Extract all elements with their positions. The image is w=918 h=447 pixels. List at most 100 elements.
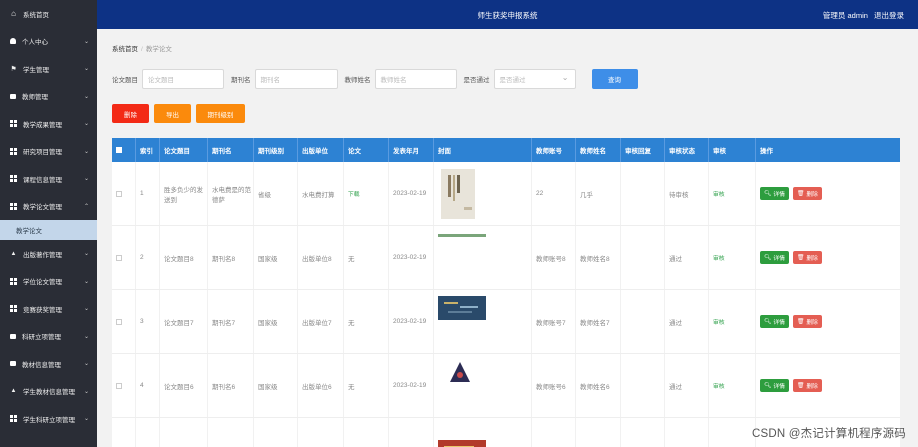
sidebar-item-teaching-results[interactable]: 教学成果管理 ⌄ xyxy=(0,110,97,138)
cell-level xyxy=(254,418,298,447)
detail-button[interactable]: 🔍︎ 详情 xyxy=(760,251,789,264)
row-checkbox-cell[interactable] xyxy=(112,354,136,417)
cell-status: 通过 xyxy=(665,354,709,417)
row-delete-button[interactable]: 🗑︎ 删除 xyxy=(792,251,822,264)
cell-journal: 期刊名8 xyxy=(208,226,254,289)
delete-label: 删除 xyxy=(806,320,818,326)
cell-journal: 期刊名7 xyxy=(208,290,254,353)
row-checkbox-cell[interactable] xyxy=(112,418,136,447)
chevron-down-icon: ⌄ xyxy=(83,333,89,340)
sidebar-item-courses[interactable]: 课程信息管理 ⌄ xyxy=(0,165,97,193)
breadcrumb-home[interactable]: 系统首页 xyxy=(112,46,138,53)
chevron-down-icon: ⌄ xyxy=(83,66,89,73)
search-bar: 论文题目 论文题目 期刊名 期刊名 教师姓名 教师姓名 是否通过 是否通过 查询 xyxy=(112,69,638,89)
select-all-checkbox[interactable] xyxy=(116,147,122,153)
col-header: 审核状态 xyxy=(665,138,709,162)
detail-button[interactable]: 🔍︎ 详情 xyxy=(760,379,789,392)
audit-link[interactable]: 审核 xyxy=(713,189,725,198)
sidebar-item-profile[interactable]: 个人中心 ⌄ xyxy=(0,28,97,56)
sidebar: 系统首页 个人中心 ⌄ 学生管理 ⌄ 教师管理 ⌄ 教学成果管理 ⌄ 研究项目管理 ⌄ 课… xyxy=(0,0,97,447)
sidebar-item-student-textbooks[interactable]: 学生教材信息管理 ⌄ xyxy=(0,378,97,406)
cover-image xyxy=(450,362,470,382)
breadcrumb-separator: / xyxy=(141,46,143,53)
audit-link[interactable]: 审核 xyxy=(713,381,725,390)
teacher-input[interactable]: 教师姓名 xyxy=(374,69,457,89)
title-input[interactable]: 论文题目 xyxy=(142,69,224,89)
sidebar-item-textbooks[interactable]: 教材信息管理 ⌄ xyxy=(0,350,97,378)
query-button[interactable]: 查询 xyxy=(591,69,638,89)
sidebar-item-home[interactable]: 系统首页 xyxy=(0,0,97,28)
cover-image xyxy=(438,296,486,320)
delete-button[interactable]: 删除 xyxy=(112,104,149,123)
col-header: 出版单位 xyxy=(298,138,344,162)
sidebar-item-student-research[interactable]: 学生科研立项管理 ⌄ xyxy=(0,405,97,433)
cell-publisher: 出版单位8 xyxy=(298,226,344,289)
sidebar-item-label: 学生管理 xyxy=(23,66,49,74)
cell-teacher: 教师姓名8 xyxy=(576,226,621,289)
chevron-down-icon: ⌄ xyxy=(83,306,89,313)
audit-link[interactable]: 审核 xyxy=(713,253,725,262)
sidebar-item-teaching-papers[interactable]: 教学论文管理 ⌃ xyxy=(0,193,97,221)
cell-paper: 无 xyxy=(344,226,389,289)
cell-account xyxy=(532,418,576,447)
cell-paper: 下载 xyxy=(344,162,389,225)
cell-audit: 审核 xyxy=(709,290,756,353)
row-checkbox-cell[interactable] xyxy=(112,290,136,353)
row-checkbox[interactable] xyxy=(116,190,122,197)
pass-label: 是否通过 xyxy=(463,77,490,84)
sidebar-item-research-projects[interactable]: 研究项目管理 ⌄ xyxy=(0,138,97,166)
cell-title: 论文题目6 xyxy=(160,354,208,417)
delete-label: 删除 xyxy=(806,384,818,390)
sidebar-item-degree-papers[interactable]: 学位论文管理 ⌄ xyxy=(0,268,97,296)
row-checkbox[interactable] xyxy=(116,382,122,389)
cell-level: 国家级 xyxy=(254,290,298,353)
row-delete-button[interactable]: 🗑︎ 删除 xyxy=(792,187,822,200)
sidebar-item-label: 系统首页 xyxy=(23,11,49,19)
cell-teacher: 教师姓名7 xyxy=(576,290,621,353)
sidebar-item-competition-awards[interactable]: 竞赛获奖管理 ⌄ xyxy=(0,295,97,323)
cell-reply xyxy=(621,226,665,289)
cell-journal: 期刊名6 xyxy=(208,354,254,417)
pass-select[interactable]: 是否通过 xyxy=(493,69,576,89)
row-checkbox[interactable] xyxy=(116,318,122,325)
export-button[interactable]: 导出 xyxy=(154,104,191,123)
title-label: 论文题目 xyxy=(112,77,138,84)
sidebar-item-label: 个人中心 xyxy=(22,39,48,47)
sidebar-item-teachers[interactable]: 教师管理 ⌄ xyxy=(0,83,97,111)
home-icon xyxy=(10,10,17,17)
audit-link[interactable]: 审核 xyxy=(713,317,725,326)
detail-button[interactable]: 🔍︎ 详情 xyxy=(760,315,789,328)
detail-button[interactable]: 🔍︎ 详情 xyxy=(760,187,789,200)
sidebar-item-publications[interactable]: 出版著作管理 ⌄ xyxy=(0,240,97,268)
detail-label: 详情 xyxy=(773,192,785,198)
row-checkbox-cell[interactable] xyxy=(112,162,136,225)
user-area: 管理员 admin 退出登录 xyxy=(819,10,904,21)
table-row: 2 论文题目8 期刊名8 国家级 出版单位8 无 2023-02-19 教师账号… xyxy=(112,226,900,290)
journal-input[interactable]: 期刊名 xyxy=(254,69,338,89)
cell-reply xyxy=(621,290,665,353)
sidebar-item-label: 教师管理 xyxy=(22,94,48,102)
row-checkbox[interactable] xyxy=(116,254,122,261)
sidebar-item-label: 课程信息管理 xyxy=(23,176,62,184)
detail-label: 详情 xyxy=(773,256,785,262)
delete-label: 删除 xyxy=(806,192,818,198)
cell-cover xyxy=(434,290,532,353)
cell-level: 省级 xyxy=(254,162,298,225)
logout-link[interactable]: 退出登录 xyxy=(874,11,904,20)
cell-index xyxy=(136,418,160,447)
download-link[interactable]: 下载 xyxy=(348,189,360,198)
journal-level-button[interactable]: 期刊级别 xyxy=(196,104,245,123)
cell-date: 2023-02-19 xyxy=(389,162,434,225)
cell-date: 2023-02-19 xyxy=(389,290,434,353)
watermark: CSDN @杰记计算机程序源码 xyxy=(752,428,906,440)
row-checkbox-cell[interactable] xyxy=(112,226,136,289)
chevron-down-icon: ⌄ xyxy=(83,278,89,285)
sidebar-item-research-approval[interactable]: 科研立项管理 ⌄ xyxy=(0,323,97,351)
row-delete-button[interactable]: 🗑︎ 删除 xyxy=(792,315,822,328)
grid-icon xyxy=(10,175,17,183)
sidebar-item-students[interactable]: 学生管理 ⌄ xyxy=(0,55,97,83)
sidebar-subitem-teaching-papers[interactable]: 教学论文 xyxy=(0,220,97,240)
row-delete-button[interactable]: 🗑︎ 删除 xyxy=(792,379,822,392)
sidebar-item-label: 教学成果管理 xyxy=(23,121,62,129)
select-all-header[interactable] xyxy=(112,138,136,162)
